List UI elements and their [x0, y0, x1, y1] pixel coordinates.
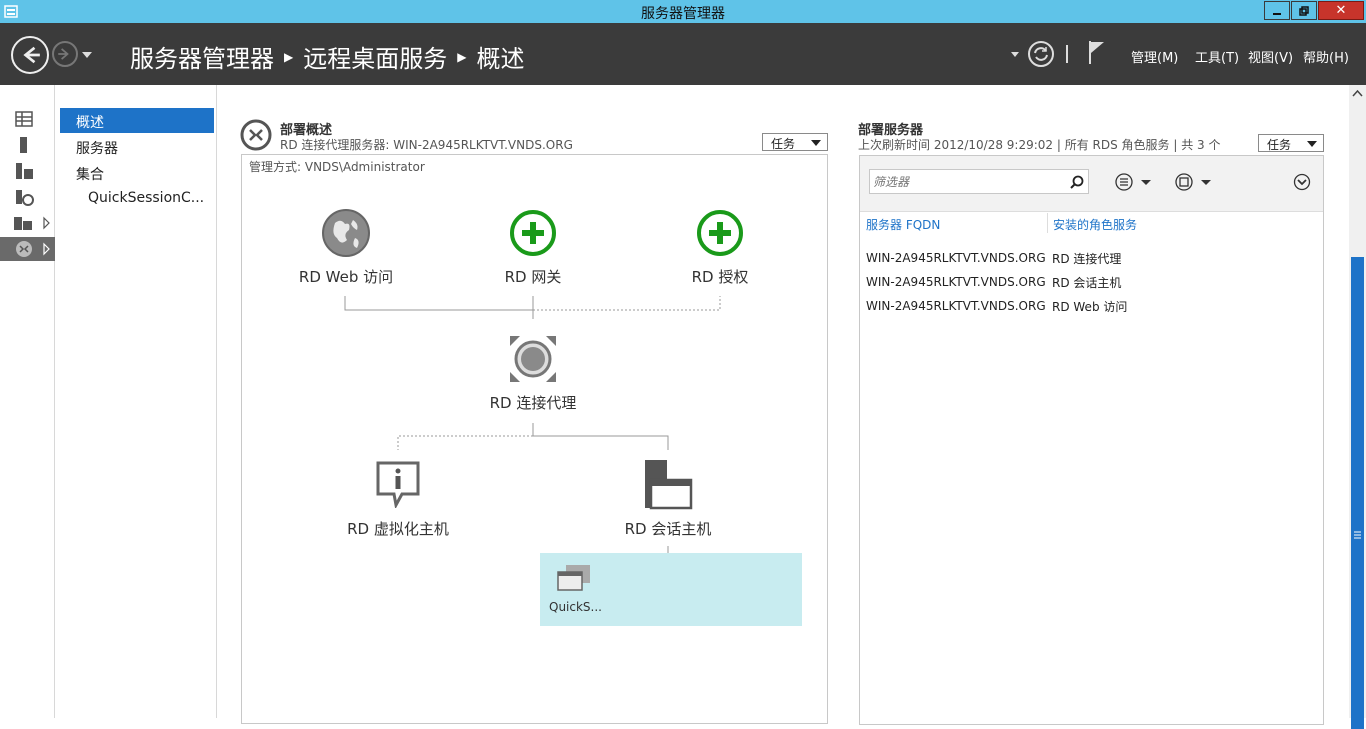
- scrollbar-thumb[interactable]: [1351, 257, 1364, 729]
- refresh-icon[interactable]: [1027, 40, 1055, 68]
- minimize-button[interactable]: [1264, 1, 1290, 20]
- restore-icon: [1299, 5, 1309, 16]
- table-row[interactable]: WIN-2A945RLKTVT.VNDS.ORG RD 会话主机: [866, 270, 1127, 294]
- globe-icon[interactable]: [321, 208, 371, 258]
- forward-button[interactable]: [52, 41, 78, 67]
- expand-collapse-icon[interactable]: [1293, 173, 1311, 191]
- deployment-overview-icon: [240, 119, 272, 151]
- add-gateway-icon[interactable]: [509, 209, 557, 257]
- table-row[interactable]: WIN-2A945RLKTVT.VNDS.ORG RD Web 访问: [866, 294, 1127, 318]
- collection-tile[interactable]: QuickS...: [540, 553, 802, 626]
- deployment-overview-panel: 管理方式: VNDS\Administrator RD Web 访问 RD 网关…: [241, 154, 828, 724]
- virtualization-host-info-icon[interactable]: [374, 460, 422, 508]
- header-bar: 服务器管理器 ▶ 远程桌面服务 ▶ 概述 管理(M) 工具(T) 视图(V) 帮…: [0, 23, 1366, 85]
- dropdown-icon[interactable]: [1011, 52, 1019, 57]
- server-role-cell: RD 会话主机: [1052, 275, 1122, 290]
- window-title: 服务器管理器: [641, 6, 725, 22]
- server-fqdn-cell: WIN-2A945RLKTVT.VNDS.ORG: [866, 275, 1046, 289]
- column-header-fqdn[interactable]: 服务器 FQDN: [866, 216, 940, 233]
- back-button[interactable]: [11, 36, 49, 74]
- subnav-item-overview[interactable]: 概述: [60, 108, 214, 133]
- save-query-icon[interactable]: [1175, 172, 1215, 192]
- connection-broker-icon[interactable]: [508, 334, 558, 384]
- search-icon[interactable]: [1070, 175, 1084, 189]
- server-role-cell: RD 连接代理: [1052, 251, 1122, 266]
- breadcrumb-item-overview[interactable]: 概述: [476, 39, 524, 74]
- filter-input[interactable]: [873, 172, 1063, 191]
- title-bar: 服务器管理器 ✕: [0, 0, 1366, 23]
- rd-gateway-label[interactable]: RD 网关: [463, 266, 603, 287]
- nav-file-storage[interactable]: [0, 185, 55, 209]
- iis-icon: [14, 216, 50, 230]
- close-button[interactable]: ✕: [1318, 1, 1364, 20]
- rd-licensing-label[interactable]: RD 授权: [650, 266, 790, 287]
- subnav-item-collection-quicksession[interactable]: QuickSessionC...: [60, 186, 214, 211]
- header-divider: [1066, 45, 1068, 63]
- all-servers-icon: [16, 163, 33, 179]
- deployment-overview-subtitle: RD 连接代理服务器: WIN-2A945RLKTVT.VNDS.ORG: [280, 138, 573, 152]
- notifications-flag-icon[interactable]: [1087, 39, 1107, 65]
- collection-name: QuickS...: [549, 600, 602, 614]
- left-nav: [0, 85, 55, 718]
- nav-iis[interactable]: [0, 211, 55, 235]
- local-server-icon: [20, 137, 27, 153]
- breadcrumb-item-rds[interactable]: 远程桌面服务: [303, 39, 447, 74]
- close-icon: ✕: [1335, 3, 1347, 18]
- remote-desktop-icon: [16, 241, 50, 257]
- column-divider: [1047, 213, 1048, 233]
- restore-button[interactable]: [1291, 1, 1317, 20]
- breadcrumb-item-server-manager[interactable]: 服务器管理器: [130, 39, 274, 74]
- server-fqdn-cell: WIN-2A945RLKTVT.VNDS.ORG: [866, 299, 1046, 313]
- nav-dashboard[interactable]: [0, 107, 55, 131]
- list-view-options-icon[interactable]: [1115, 172, 1155, 192]
- filter-box[interactable]: [869, 169, 1089, 194]
- rds-subnav: 概述 服务器 集合 QuickSessionC...: [55, 85, 217, 718]
- breadcrumb-separator-icon: ▶: [284, 49, 294, 64]
- nav-all-servers[interactable]: [0, 159, 55, 183]
- subnav-item-servers[interactable]: 服务器: [60, 134, 214, 159]
- file-storage-icon: [16, 190, 34, 206]
- menu-view[interactable]: 视图(V): [1248, 47, 1293, 66]
- column-header-roles[interactable]: 安装的角色服务: [1053, 216, 1137, 233]
- server-fqdn-cell: WIN-2A945RLKTVT.VNDS.ORG: [866, 251, 1046, 265]
- collection-icon: [557, 565, 590, 591]
- grip-icon: [1354, 531, 1361, 539]
- subnav-item-collections[interactable]: 集合: [60, 160, 214, 185]
- deployment-servers-subtitle: 上次刷新时间 2012/10/28 9:29:02 | 所有 RDS 角色服务 …: [858, 138, 1221, 152]
- menu-help[interactable]: 帮助(H): [1303, 47, 1349, 66]
- deployment-servers-panel: 服务器 FQDN 安装的角色服务: [859, 155, 1324, 725]
- nav-local-server[interactable]: [0, 133, 55, 157]
- scroll-up-icon[interactable]: [1352, 89, 1363, 97]
- history-dropdown-icon[interactable]: [82, 52, 92, 58]
- menu-manage[interactable]: 管理(M): [1131, 47, 1178, 66]
- add-licensing-icon[interactable]: [696, 209, 744, 257]
- table-row[interactable]: WIN-2A945RLKTVT.VNDS.ORG RD 连接代理: [866, 246, 1127, 270]
- nav-remote-desktop-services[interactable]: [0, 237, 55, 261]
- dashboard-icon: [15, 111, 33, 127]
- overview-tasks-button[interactable]: 任务: [762, 133, 828, 151]
- minimize-icon: [1273, 12, 1281, 15]
- servers-tasks-button[interactable]: 任务: [1258, 134, 1324, 152]
- rd-connection-broker-label[interactable]: RD 连接代理: [463, 392, 603, 413]
- session-host-icon[interactable]: [645, 460, 693, 510]
- rd-session-host-label[interactable]: RD 会话主机: [598, 518, 738, 539]
- breadcrumb: 服务器管理器 ▶ 远程桌面服务 ▶ 概述: [130, 39, 524, 74]
- server-role-cell: RD Web 访问: [1052, 299, 1128, 314]
- menu-tools[interactable]: 工具(T): [1195, 47, 1239, 66]
- rd-web-access-label[interactable]: RD Web 访问: [276, 266, 416, 287]
- breadcrumb-separator-icon: ▶: [457, 49, 467, 64]
- vertical-scrollbar[interactable]: [1349, 85, 1366, 729]
- servers-table: WIN-2A945RLKTVT.VNDS.ORG RD 连接代理 WIN-2A9…: [866, 246, 1127, 318]
- rd-virtualization-host-label[interactable]: RD 虚拟化主机: [328, 518, 468, 539]
